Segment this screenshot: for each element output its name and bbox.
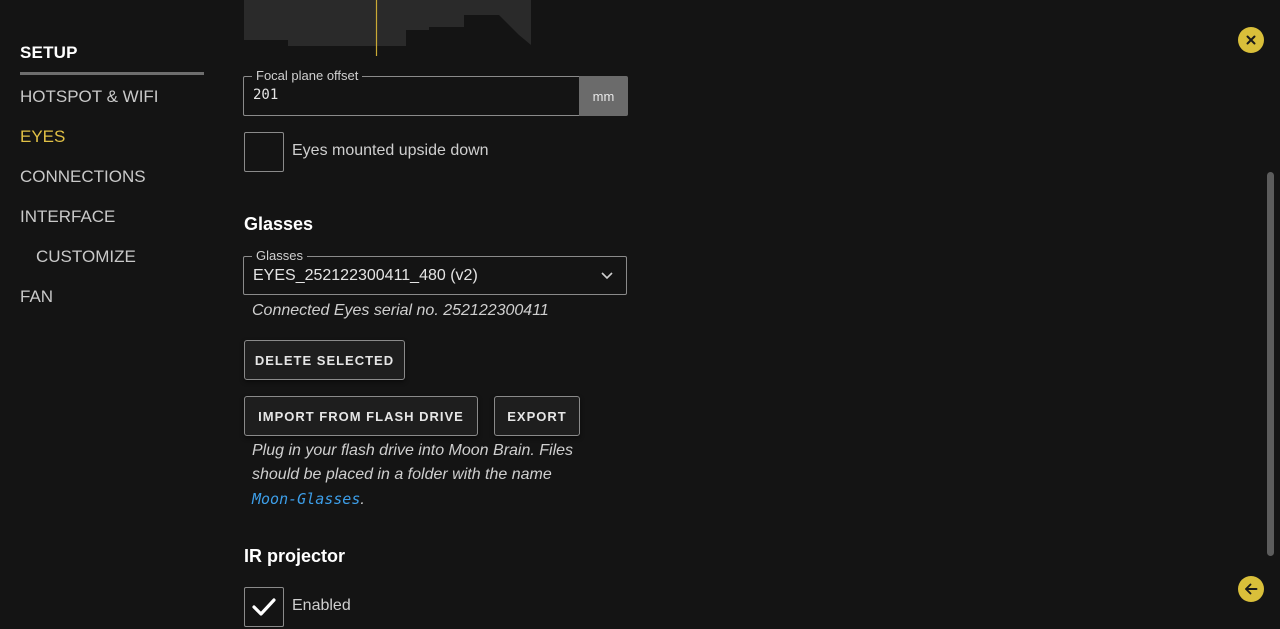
ir-projector-title: IR projector xyxy=(244,546,346,566)
sidebar-item-eyes[interactable]: EYES xyxy=(20,127,65,147)
focal-plane-offset-label: Focal plane offset xyxy=(252,68,363,84)
glasses-select[interactable]: Glasses EYES_252122300411_480 (v2) xyxy=(243,248,627,295)
help-text-line-3: Moon-Glasses. xyxy=(252,487,632,512)
sidebar-title: SETUP xyxy=(20,43,78,62)
back-button[interactable] xyxy=(1238,576,1264,602)
sidebar-item-customize[interactable]: CUSTOMIZE xyxy=(36,247,136,267)
chevron-down-icon xyxy=(601,272,613,280)
focal-plane-unit: mm xyxy=(579,76,628,116)
help-text-line-2: should be placed in a folder with the na… xyxy=(252,466,552,483)
settings-window: SETUP HOTSPOT & WIFI EYES CONNECTIONS IN… xyxy=(0,0,1280,629)
sidebar: SETUP HOTSPOT & WIFI EYES CONNECTIONS IN… xyxy=(0,0,220,629)
arrow-left-icon xyxy=(1245,583,1258,595)
folder-name: Moon-Glasses xyxy=(252,490,361,508)
flash-drive-help-text: Plug in your flash drive into Moon Brain… xyxy=(252,439,632,512)
sidebar-item-fan[interactable]: FAN xyxy=(20,287,53,307)
sidebar-item-connections[interactable]: CONNECTIONS xyxy=(20,167,146,187)
import-from-flash-drive-button[interactable]: IMPORT FROM FLASH DRIVE xyxy=(244,396,478,436)
focal-plane-offset-field[interactable]: Focal plane offset 201 xyxy=(243,68,580,116)
connected-serial-note: Connected Eyes serial no. 252122300411 xyxy=(252,302,549,319)
delete-selected-button[interactable]: DELETE SELECTED xyxy=(244,340,405,380)
glasses-section-title: Glasses xyxy=(244,214,314,234)
close-icon xyxy=(1246,35,1256,45)
eyes-upside-down-checkbox[interactable] xyxy=(244,132,284,172)
ir-projector-enabled-label: Enabled xyxy=(292,597,351,614)
focal-plane-offset-value: 201 xyxy=(253,87,279,103)
sidebar-title-underline xyxy=(20,72,204,75)
scrollbar-thumb[interactable] xyxy=(1267,172,1274,556)
glasses-select-label: Glasses xyxy=(252,248,307,264)
close-button[interactable] xyxy=(1238,27,1264,53)
ir-projector-enabled-checkbox[interactable] xyxy=(244,587,284,627)
sidebar-item-hotspot-wifi[interactable]: HOTSPOT & WIFI xyxy=(20,87,159,107)
export-button[interactable]: EXPORT xyxy=(494,396,580,436)
help-text-line-1: Plug in your flash drive into Moon Brain… xyxy=(252,442,574,459)
glasses-select-value: EYES_252122300411_480 (v2) xyxy=(253,267,478,284)
sidebar-item-interface[interactable]: INTERFACE xyxy=(20,207,115,227)
eyes-upside-down-label: Eyes mounted upside down xyxy=(292,142,489,159)
glasses-outline-graphic xyxy=(244,0,531,56)
check-icon xyxy=(252,598,276,616)
help-text-period: . xyxy=(360,491,365,508)
